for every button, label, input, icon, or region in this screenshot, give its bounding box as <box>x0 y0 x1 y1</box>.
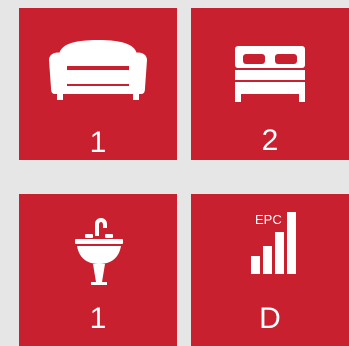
reception-rooms-count: 1 <box>89 126 107 159</box>
property-features-grid: 1 2 1 EPC D <box>0 0 349 346</box>
bathrooms-tile: 1 <box>19 194 177 346</box>
bedrooms-tile: 2 <box>191 8 349 160</box>
bedrooms-count: 2 <box>261 124 279 157</box>
epc-rating-tile: EPC D <box>191 194 349 346</box>
epc-rating-value: D <box>259 302 281 335</box>
bathrooms-count: 1 <box>89 302 107 335</box>
epc-label: EPC <box>255 212 282 227</box>
reception-rooms-tile: 1 <box>19 8 177 160</box>
sofa-icon <box>19 8 177 108</box>
bed-icon <box>191 8 349 108</box>
epc-signal-icon: EPC <box>191 194 349 294</box>
sink-icon <box>19 194 177 294</box>
